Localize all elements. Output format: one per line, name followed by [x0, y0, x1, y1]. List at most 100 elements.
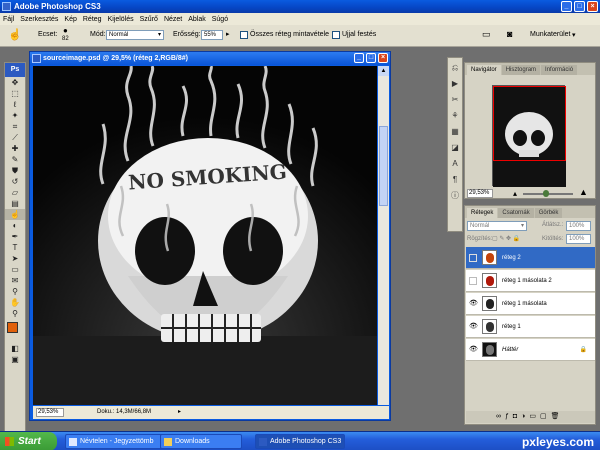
task-downloads[interactable]: Downloads: [160, 434, 242, 449]
strength-input[interactable]: 55%: [201, 30, 223, 40]
status-arrow-icon[interactable]: ▸: [178, 406, 181, 419]
eye-icon[interactable]: 👁: [469, 323, 478, 331]
lock-icons[interactable]: ▢ ✎ ✥ 🔒: [492, 235, 520, 242]
layer-visibility-toggle[interactable]: [469, 277, 477, 285]
lasso-tool-icon[interactable]: ℓ: [5, 99, 25, 110]
menu-file[interactable]: Fájl: [3, 16, 14, 23]
canvas[interactable]: NO SMOKING: [33, 66, 377, 405]
new-layer-icon[interactable]: ▢: [540, 413, 551, 420]
scroll-thumb[interactable]: [379, 126, 388, 206]
eye-icon[interactable]: 👁: [469, 346, 478, 354]
layer-row-4[interactable]: 👁 Háttér 🔒: [466, 339, 595, 361]
tools-panel-icon[interactable]: ✂: [448, 93, 462, 106]
zoom-field[interactable]: 29,53%: [36, 408, 64, 417]
foreground-color-swatch[interactable]: [7, 322, 18, 333]
task-photoshop[interactable]: Adobe Photoshop CS3: [255, 434, 345, 449]
workspace-button[interactable]: Munkaterület: [530, 31, 570, 38]
actions-panel-icon[interactable]: ▶: [448, 77, 462, 90]
history-brush-icon[interactable]: ↺: [5, 176, 25, 187]
camera-icon[interactable]: ◙: [507, 29, 512, 39]
layer-comps-icon[interactable]: ▦: [448, 125, 462, 138]
stamp-tool-icon[interactable]: ⛊: [5, 165, 25, 176]
opacity-input[interactable]: 100%: [566, 221, 591, 231]
menu-select[interactable]: Kijelölés: [108, 16, 134, 23]
layer-mask-icon[interactable]: ◘: [513, 413, 521, 420]
layer-row-1[interactable]: réteg 1 másolata 2: [466, 270, 595, 292]
swatches-icon[interactable]: ◪: [448, 141, 462, 154]
menu-window[interactable]: Ablak: [188, 16, 206, 23]
eyedropper-icon[interactable]: ⚲: [5, 286, 25, 297]
smudge-tool-icon[interactable]: ☝: [8, 28, 22, 41]
eraser-tool-icon[interactable]: ▱: [5, 187, 25, 198]
layer-row-2[interactable]: 👁 réteg 1 másolata: [466, 293, 595, 315]
trash-icon[interactable]: 🗑: [551, 413, 564, 420]
document-titlebar[interactable]: sourceimage.psd @ 29,5% (réteg 2,RGB/8#)…: [30, 52, 390, 65]
slice-tool-icon[interactable]: ⟋: [5, 132, 25, 143]
zoom-in-icon[interactable]: ▲: [579, 188, 588, 197]
tab-channels[interactable]: Csatornák: [498, 208, 534, 218]
finger-paint-checkbox[interactable]: [332, 31, 340, 39]
smudge-tool-icon[interactable]: ☝: [5, 209, 25, 220]
notes-tool-icon[interactable]: ✉: [5, 275, 25, 286]
paragraph-panel-icon[interactable]: ¶: [448, 173, 462, 186]
move-tool-icon[interactable]: ✥: [5, 77, 25, 88]
doc-minimize-button[interactable]: _: [354, 53, 364, 63]
eye-icon[interactable]: 👁: [469, 300, 478, 308]
pen-tool-icon[interactable]: ✒: [5, 231, 25, 242]
navigator-view-box[interactable]: [493, 86, 566, 161]
layer-row-0[interactable]: réteg 2: [466, 247, 595, 269]
type-tool-icon[interactable]: T: [5, 242, 25, 253]
zoom-slider-thumb[interactable]: [543, 190, 549, 197]
navigator-thumbnail[interactable]: [492, 85, 566, 187]
workspace-chevron-icon[interactable]: ▾: [572, 31, 576, 39]
gradient-tool-icon[interactable]: ▤: [5, 198, 25, 209]
close-button[interactable]: ×: [587, 1, 598, 12]
strength-slider-icon[interactable]: ▸: [226, 30, 230, 38]
menu-help[interactable]: Súgó: [212, 16, 228, 23]
hand-tool-icon[interactable]: ✋: [5, 297, 25, 308]
zoom-out-icon[interactable]: ▴: [513, 189, 517, 198]
new-group-icon[interactable]: ▭: [529, 413, 540, 420]
navigator-zoom-field[interactable]: 29,53%: [467, 189, 493, 198]
path-select-icon[interactable]: ➤: [5, 253, 25, 264]
layer-row-3[interactable]: 👁 réteg 1: [466, 316, 595, 338]
blend-mode-select[interactable]: Normál ▾: [467, 221, 527, 231]
mode-select[interactable]: Normál ▾: [106, 30, 164, 40]
dodge-tool-icon[interactable]: ◐: [5, 220, 25, 231]
zoom-tool-icon[interactable]: ⚲: [5, 308, 25, 319]
navigator-zoom-slider[interactable]: [523, 190, 573, 197]
brush-preset-icon[interactable]: ●: [63, 26, 68, 35]
start-button[interactable]: Start: [0, 432, 57, 450]
minimize-button[interactable]: _: [561, 1, 572, 12]
tab-navigator[interactable]: Navigátor: [467, 65, 501, 75]
tab-curves[interactable]: Görbék: [534, 208, 563, 218]
menu-edit[interactable]: Szerkesztés: [20, 16, 58, 23]
doc-close-button[interactable]: ×: [378, 53, 388, 63]
menu-view[interactable]: Nézet: [164, 16, 182, 23]
healing-brush-icon[interactable]: ✚: [5, 143, 25, 154]
fill-input[interactable]: 100%: [566, 234, 591, 244]
brush-palette-icon[interactable]: ▭: [482, 29, 491, 40]
task-notepad[interactable]: Névtelen - Jegyzettömb: [65, 434, 165, 449]
history-panel-icon[interactable]: ⎌: [448, 61, 462, 74]
clone-panel-icon[interactable]: ⚘: [448, 109, 462, 122]
menu-filter[interactable]: Szűrő: [140, 16, 158, 23]
tab-layers[interactable]: Rétegek: [467, 208, 498, 218]
maximize-button[interactable]: □: [574, 1, 585, 12]
menu-image[interactable]: Kép: [64, 16, 76, 23]
character-panel-icon[interactable]: A: [448, 157, 462, 170]
link-layers-icon[interactable]: ∞: [496, 413, 505, 420]
vertical-scrollbar[interactable]: ▲: [378, 66, 389, 405]
layer-style-icon[interactable]: ƒ: [505, 413, 513, 420]
marquee-tool-icon[interactable]: ⬚: [5, 88, 25, 99]
tab-info[interactable]: Információ: [541, 65, 578, 75]
layer-visibility-toggle[interactable]: [469, 254, 477, 262]
screen-mode-icon[interactable]: ▣: [5, 354, 25, 365]
shape-tool-icon[interactable]: ▭: [5, 264, 25, 275]
menu-layer[interactable]: Réteg: [83, 16, 102, 23]
info-panel-icon[interactable]: ⓘ: [448, 189, 462, 202]
tab-histogram[interactable]: Hisztogram: [501, 65, 541, 75]
quick-mask-icon[interactable]: ◧: [5, 343, 25, 354]
brush-tool-icon[interactable]: ✎: [5, 154, 25, 165]
scroll-up-arrow-icon[interactable]: ▲: [378, 66, 389, 76]
